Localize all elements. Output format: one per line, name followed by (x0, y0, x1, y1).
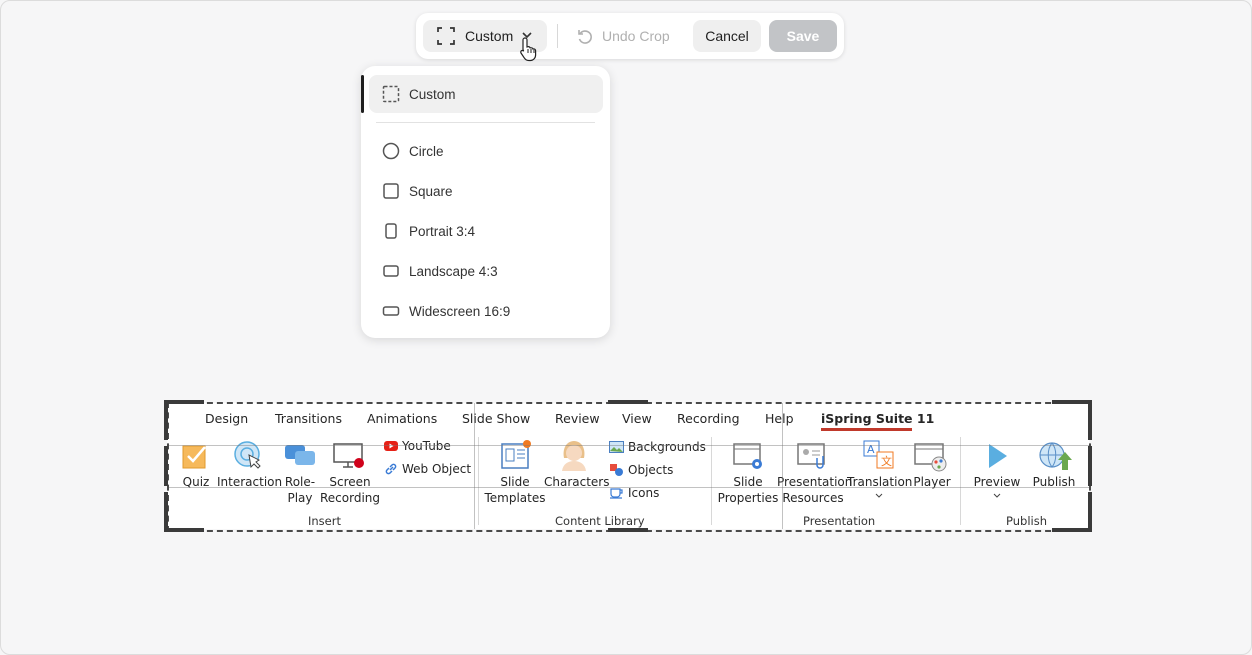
circle-icon (382, 142, 400, 160)
selection-indicator (361, 75, 364, 113)
canvas-frame (0, 0, 1252, 655)
portrait-icon (382, 222, 400, 240)
crop-handle-right[interactable] (1088, 446, 1092, 486)
hand-pointer-icon (520, 37, 537, 62)
menu-divider (376, 122, 595, 123)
menu-item-label: Custom (409, 86, 456, 102)
menu-item-widescreen[interactable]: Widescreen 16:9 (369, 292, 603, 330)
undo-crop-label: Undo Crop (602, 28, 670, 44)
save-button[interactable]: Save (769, 20, 837, 52)
menu-item-square[interactable]: Square (369, 172, 603, 210)
menu-item-label: Square (409, 183, 453, 199)
toolbar-divider (557, 24, 558, 48)
undo-crop-button[interactable]: Undo Crop (576, 20, 676, 52)
crop-mode-label: Custom (465, 28, 514, 44)
crop-handle-top[interactable] (608, 400, 648, 404)
cancel-button[interactable]: Cancel (693, 20, 761, 52)
menu-item-landscape[interactable]: Landscape 4:3 (369, 252, 603, 290)
crop-handle-bottom-left[interactable] (164, 528, 204, 532)
menu-item-label: Widescreen 16:9 (409, 303, 511, 319)
crop-box[interactable] (167, 402, 1091, 532)
menu-item-label: Portrait 3:4 (409, 223, 476, 239)
crop-handle-bottom-right[interactable] (1052, 528, 1092, 532)
crop-toolbar: Custom Undo Crop Cancel Save (416, 13, 844, 59)
menu-item-label: Circle (409, 143, 444, 159)
custom-crop-icon (437, 27, 455, 45)
crop-handle-bottom[interactable] (608, 528, 648, 532)
menu-item-circle[interactable]: Circle (369, 132, 603, 170)
landscape-icon (382, 262, 400, 280)
crop-handle-top-right[interactable] (1088, 400, 1092, 440)
menu-item-portrait[interactable]: Portrait 3:4 (369, 212, 603, 250)
square-icon (382, 182, 400, 200)
custom-crop-icon (382, 85, 400, 103)
undo-icon (578, 30, 592, 44)
menu-item-label: Landscape 4:3 (409, 263, 498, 279)
crop-shape-menu: Custom Circle Square Portrait 3:4 Landsc… (361, 66, 610, 338)
crop-handle-bottom-right[interactable] (1088, 492, 1092, 532)
crop-handle-top-left[interactable] (164, 400, 168, 440)
crop-handle-top-left[interactable] (164, 400, 204, 404)
crop-handle-bottom-left[interactable] (164, 492, 168, 532)
crop-handle-top-right[interactable] (1052, 400, 1092, 404)
menu-item-custom[interactable]: Custom (369, 75, 603, 113)
crop-handle-left[interactable] (164, 446, 168, 486)
widescreen-icon (382, 302, 400, 320)
